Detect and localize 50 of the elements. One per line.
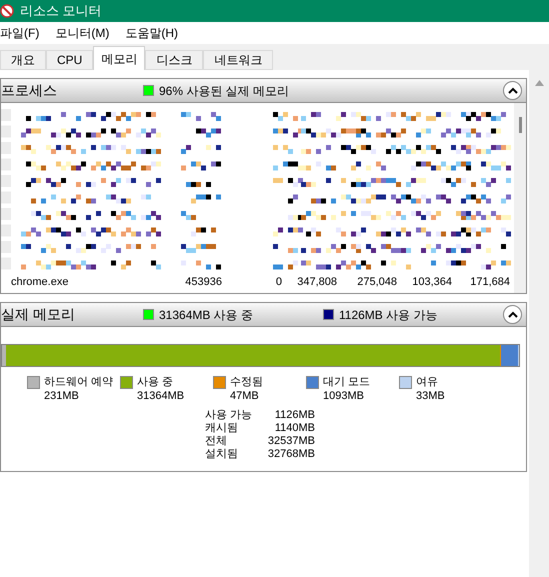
legend-text: 1126MB 사용 가능 — [339, 306, 438, 324]
legend-value: 33MB — [416, 389, 445, 403]
legend-value: 1093MB — [323, 389, 365, 403]
legend-label: 수정됨 — [230, 375, 263, 389]
legend-text: 31364MB 사용 중 — [159, 306, 254, 324]
legend-value: 231MB — [44, 389, 80, 403]
section-header[interactable]: 프로세스 96% 사용된 실제 메모리 — [0, 78, 527, 103]
table-cell-text: 347,808 — [296, 275, 338, 290]
stat-value: 1126MB — [274, 409, 315, 422]
stat-label: 설치됨 — [205, 448, 238, 461]
window-title: 리소스 모니터 — [20, 2, 102, 20]
section-title: 프로세스 — [1, 81, 58, 100]
stat-label: 캐시됨 — [205, 422, 238, 435]
legend-label: 하드웨어 예약 — [44, 375, 114, 389]
tab[interactable]: 디스크 — [145, 50, 204, 70]
scrollbar[interactable] — [514, 103, 526, 293]
legend-label: 대기 모드 — [323, 375, 370, 389]
table-cell-text: 103,364 — [411, 275, 453, 290]
chevron-icon — [508, 311, 518, 318]
stat-label: 전체 — [205, 435, 227, 448]
section-header[interactable]: 실제 메모리 31364MB 사용 중 1126MB 사용 가능 — [0, 302, 527, 327]
app-icon — [0, 4, 14, 18]
stat-value: 32537MB — [268, 435, 315, 448]
menu-item[interactable]: 파일(F) — [0, 24, 40, 42]
section-title: 실제 메모리 — [1, 305, 76, 324]
scrollbar[interactable] — [529, 70, 549, 577]
chevron-icon — [508, 87, 518, 94]
legend-value: 31364MB — [137, 389, 184, 403]
stat-label: 사용 가능 — [205, 409, 252, 422]
table-cell-text: chrome.exe — [10, 275, 70, 290]
table-cell-text: 275,048 — [356, 275, 398, 290]
menu-item[interactable]: 모니터(M) — [55, 24, 110, 42]
scroll-up-icon — [534, 80, 544, 86]
tab[interactable]: 개요 — [0, 50, 46, 70]
stat-value: 32768MB — [268, 448, 315, 461]
scroll-thumb[interactable] — [518, 117, 522, 133]
legend-label: 여유 — [416, 375, 439, 389]
legend-label: 사용 중 — [137, 375, 174, 389]
legend-value: 47MB — [230, 389, 260, 403]
collapse-button[interactable] — [503, 305, 522, 324]
table-cell-text: 171,684 — [469, 275, 511, 290]
tab[interactable]: 메모리 — [93, 46, 146, 70]
legend-text: 96% 사용된 실제 메모리 — [159, 82, 290, 100]
stat-value: 1140MB — [274, 422, 315, 435]
table-cell-text: 0 — [274, 275, 283, 290]
table-cell-text: 453936 — [184, 275, 223, 290]
tab[interactable]: CPU — [46, 50, 94, 70]
menu-item[interactable]: 도움말(H) — [125, 24, 178, 42]
collapse-button[interactable] — [503, 81, 522, 100]
tab[interactable]: 네트워크 — [203, 50, 274, 70]
